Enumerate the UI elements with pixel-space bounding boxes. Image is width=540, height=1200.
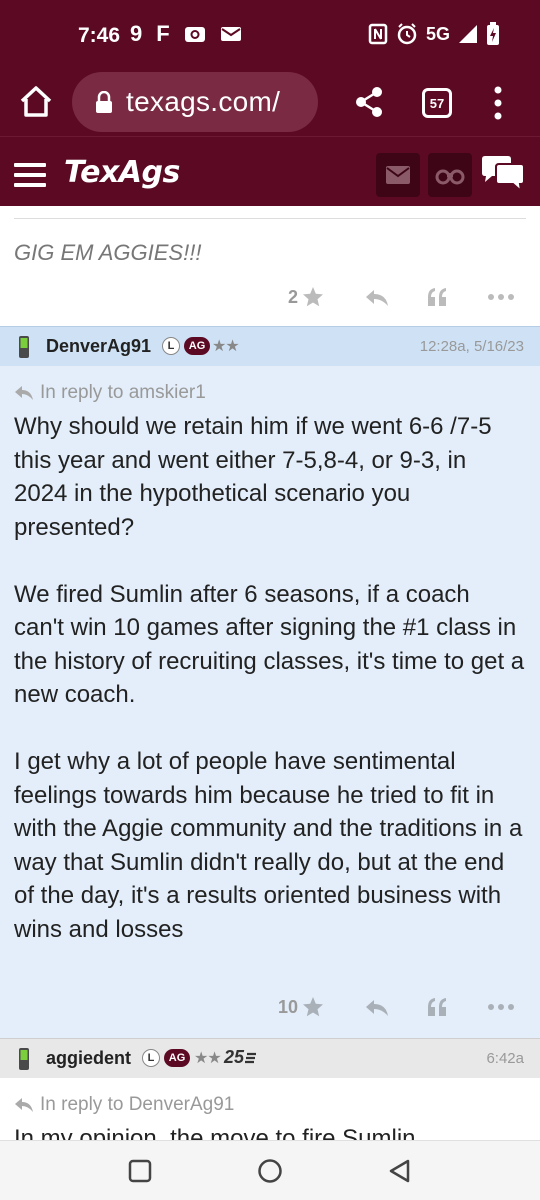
star-count: 10 [278, 996, 299, 1017]
more-vert-icon[interactable] [494, 86, 502, 120]
system-navigation-bar [0, 1140, 540, 1200]
home-icon[interactable] [18, 84, 54, 120]
quote-icon[interactable] [426, 286, 448, 308]
years-badge: 25 [224, 1047, 257, 1068]
post-signature: GIG EM AGGIES!!! [14, 240, 202, 265]
binoculars-icon [435, 169, 465, 185]
post-timestamp: 12:28a, 5/16/23 [419, 338, 524, 355]
tab-count: 57 [429, 95, 445, 111]
lock-icon [96, 91, 112, 113]
years-badge-text: 25 [224, 1047, 245, 1067]
share-icon[interactable] [354, 86, 384, 118]
post-header: aggiedent L AG ★★ 25 6:42a [0, 1038, 540, 1078]
site-logo[interactable]: TexAgs [64, 155, 180, 190]
reply-icon[interactable] [364, 288, 390, 308]
reply-arrow-icon [15, 1098, 33, 1112]
post-body: In reply to amskier1 Why should we retai… [0, 366, 540, 1038]
post-username[interactable]: DenverAg91 [46, 336, 151, 357]
notification-icons: 9 F [130, 22, 242, 46]
battery-icon [487, 22, 499, 45]
user-stars: ★★ [194, 1050, 222, 1067]
lifetime-badge: L [142, 1049, 160, 1067]
status-time: 7:46 [78, 24, 121, 47]
signal-icon [459, 25, 477, 43]
envelope-icon [386, 166, 410, 184]
recents-icon[interactable] [126, 1157, 154, 1185]
star-button[interactable]: 2 [288, 286, 324, 308]
back-icon[interactable] [386, 1157, 414, 1185]
chat-bubbles-icon[interactable] [480, 155, 526, 193]
more-horiz-icon[interactable] [488, 1004, 514, 1010]
quote-icon[interactable] [426, 996, 448, 1018]
post-text: In my opinion, the move to fire Sumlin [14, 1125, 416, 1140]
post-text: Why should we retain him if we went 6-6 … [14, 413, 525, 943]
user-stars: ★★ [212, 338, 240, 355]
browser-toolbar: texags.com/ 57 [0, 70, 540, 136]
watching-button[interactable] [428, 153, 472, 197]
signature-divider [14, 218, 526, 219]
post-body: In reply to DenverAg91 In my opinion, th… [0, 1078, 540, 1140]
mobile-phone-icon [19, 336, 29, 358]
reply-to-text: In reply to DenverAg91 [40, 1094, 235, 1115]
stripes-icon [245, 1052, 257, 1063]
reply-to-text: In reply to amskier1 [40, 382, 206, 403]
site-header: TexAgs [0, 136, 540, 206]
messages-button[interactable] [376, 153, 420, 197]
ag-badge: AG [184, 337, 210, 355]
reply-icon[interactable] [364, 998, 390, 1018]
star-icon [303, 287, 324, 307]
star-button[interactable]: 10 [278, 996, 324, 1018]
nfc-icon [368, 23, 388, 45]
post-header: DenverAg91 L AG ★★ 12:28a, 5/16/23 [0, 326, 540, 366]
camera-icon [184, 27, 205, 42]
star-icon [303, 997, 324, 1017]
notification-9-icon: 9 [130, 21, 143, 46]
system-icons: 5G [368, 22, 500, 46]
ag-badge: AG [164, 1049, 190, 1067]
post-actions: 10 [0, 986, 540, 1026]
alarm-icon [397, 23, 417, 45]
reply-arrow-icon [15, 386, 33, 400]
address-bar[interactable]: texags.com/ [72, 72, 318, 132]
more-horiz-icon[interactable] [488, 294, 514, 300]
reply-to-link[interactable]: In reply to DenverAg91 [14, 1094, 234, 1116]
notification-f-icon: F [156, 21, 170, 46]
reply-to-link[interactable]: In reply to amskier1 [14, 382, 206, 404]
post-timestamp: 6:42a [486, 1050, 524, 1067]
hamburger-menu-icon[interactable] [14, 163, 46, 187]
post-actions: 2 [0, 276, 540, 316]
url-text: texags.com/ [126, 86, 281, 117]
lifetime-badge: L [162, 337, 180, 355]
mail-icon [220, 27, 241, 41]
network-type: 5G [425, 23, 450, 44]
mobile-phone-icon [19, 1048, 29, 1070]
tab-switcher-button[interactable]: 57 [422, 88, 452, 118]
status-bar: 7:46 9 F 5G [0, 0, 540, 70]
star-count: 2 [288, 286, 299, 307]
home-nav-icon[interactable] [256, 1157, 284, 1185]
post-username[interactable]: aggiedent [46, 1048, 131, 1069]
